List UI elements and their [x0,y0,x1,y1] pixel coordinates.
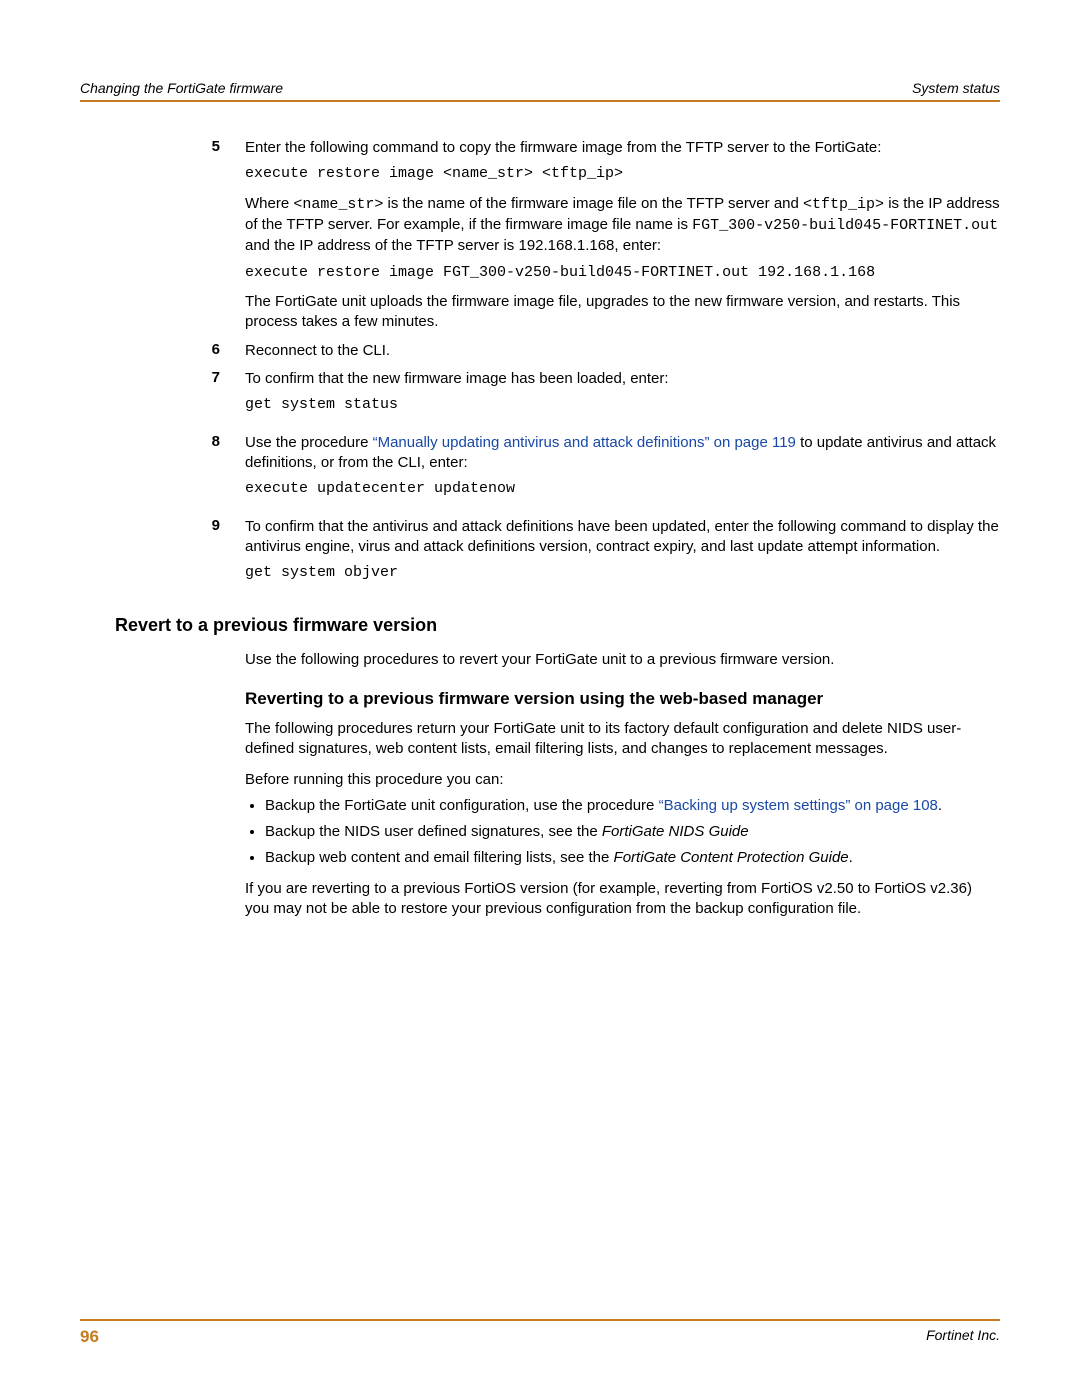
step-6: 6 Reconnect to the CLI. [80,341,1000,361]
step-5-command-1: execute restore image <name_str> <tftp_i… [245,164,1000,184]
step-body: To confirm that the new firmware image h… [245,369,1000,425]
step-9-text: To confirm that the antivirus and attack… [245,517,1000,558]
step-8: 8 Use the procedure “Manually updating a… [80,433,1000,509]
page-header: Changing the FortiGate firmware System s… [80,80,1000,102]
page-footer: 96 Fortinet Inc. [80,1319,1000,1347]
subsection-p2: Before running this procedure you can: [245,770,1000,790]
step-body: Use the procedure “Manually updating ant… [245,433,1000,509]
section-heading: Revert to a previous firmware version [115,615,1000,636]
subsection-p1: The following procedures return your For… [245,719,1000,760]
step-9: 9 To confirm that the antivirus and atta… [80,517,1000,593]
section-intro: Use the following procedures to revert y… [245,650,1000,670]
step-number: 6 [80,341,245,361]
list-item: Backup web content and email filtering l… [265,848,1000,868]
step-5-where: Where <name_str> is the name of the firm… [245,194,1000,257]
step-body: Reconnect to the CLI. [245,341,1000,361]
guide-content-protection: FortiGate Content Protection Guide [614,849,849,866]
step-5-intro: Enter the following command to copy the … [245,138,1000,158]
step-7-text: To confirm that the new firmware image h… [245,369,1000,389]
step-8-command: execute updatecenter updatenow [245,479,1000,499]
list-item: Backup the FortiGate unit configuration,… [265,796,1000,816]
page: Changing the FortiGate firmware System s… [0,0,1080,1397]
page-number: 96 [80,1327,99,1347]
header-left: Changing the FortiGate firmware [80,80,283,96]
subsection-block: Reverting to a previous firmware version… [245,688,1000,919]
step-9-command: get system objver [245,563,1000,583]
step-number: 8 [80,433,245,509]
link-backup-settings[interactable]: “Backing up system settings” on page 108 [659,797,938,814]
subsection-p3: If you are reverting to a previous Forti… [245,879,1000,920]
bullet-list: Backup the FortiGate unit configuration,… [245,796,1000,869]
step-5-command-2: execute restore image FGT_300-v250-build… [245,263,1000,283]
step-number: 7 [80,369,245,425]
subsection-heading: Reverting to a previous firmware version… [245,688,1000,709]
step-8-text: Use the procedure “Manually updating ant… [245,433,1000,474]
step-5-result: The FortiGate unit uploads the firmware … [245,292,1000,333]
step-5: 5 Enter the following command to copy th… [80,138,1000,333]
step-number: 9 [80,517,245,593]
guide-nids: FortiGate NIDS Guide [602,823,749,840]
step-body: To confirm that the antivirus and attack… [245,517,1000,593]
step-7: 7 To confirm that the new firmware image… [80,369,1000,425]
link-manual-update[interactable]: “Manually updating antivirus and attack … [373,434,796,451]
list-item: Backup the NIDS user defined signatures,… [265,822,1000,842]
content-area: 5 Enter the following command to copy th… [80,102,1000,919]
company-name: Fortinet Inc. [926,1327,1000,1347]
step-number: 5 [80,138,245,333]
step-body: Enter the following command to copy the … [245,138,1000,333]
step-7-command: get system status [245,395,1000,415]
header-right: System status [912,80,1000,96]
